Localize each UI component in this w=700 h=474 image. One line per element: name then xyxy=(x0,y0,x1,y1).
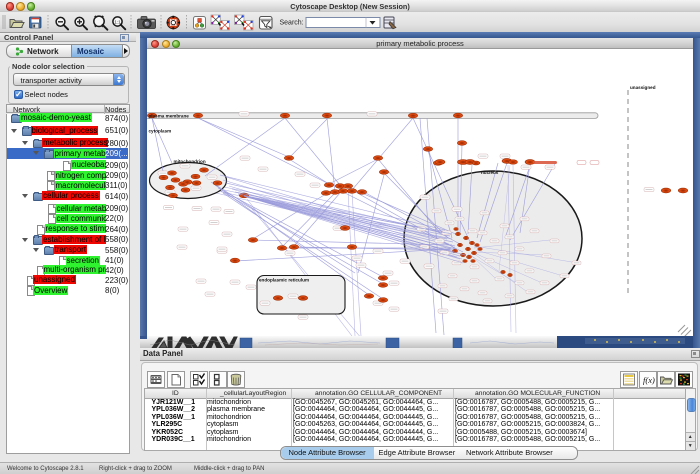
svg-text:1:1: 1:1 xyxy=(114,20,121,25)
svg-text:plasma membrane: plasma membrane xyxy=(149,113,190,118)
svg-text:cytoplasm: cytoplasm xyxy=(149,129,172,134)
svg-text:unassigned: unassigned xyxy=(630,85,656,90)
svg-text:Search:: Search: xyxy=(280,20,304,27)
svg-text:nucleus: nucleus xyxy=(481,170,499,175)
svg-text:endoplasmic reticulum: endoplasmic reticulum xyxy=(259,278,309,283)
svg-text:f(x): f(x) xyxy=(643,375,655,385)
svg-text:mitochondrion: mitochondrion xyxy=(174,159,206,164)
